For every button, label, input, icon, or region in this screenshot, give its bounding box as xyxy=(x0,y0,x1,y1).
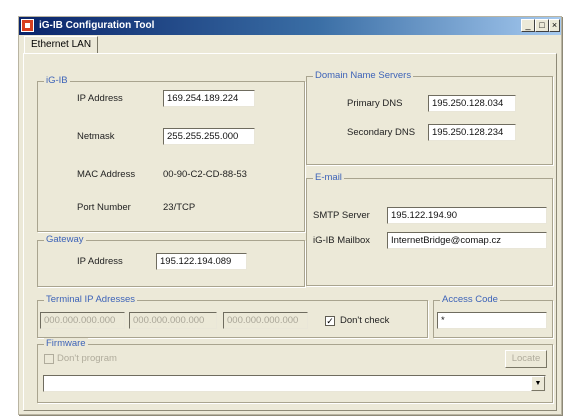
igib-legend: iG-IB xyxy=(44,75,70,86)
email-group: E-mail SMTP Server 195.122.194.90 iG-IB … xyxy=(306,172,553,286)
dns-group: Domain Name Servers Primary DNS 195.250.… xyxy=(306,70,553,165)
access-code-legend: Access Code xyxy=(440,294,500,305)
title-bar[interactable]: iG-IB Configuration Tool _ □ × xyxy=(19,17,561,35)
igib-netmask-field[interactable]: 255.255.255.000 xyxy=(163,128,255,145)
minimize-button[interactable]: _ xyxy=(521,19,535,32)
terminal-ip-legend: Terminal IP Adresses xyxy=(44,294,138,305)
maximize-button[interactable]: □ xyxy=(535,19,549,32)
secondary-dns-field[interactable]: 195.250.128.234 xyxy=(428,124,516,141)
mailbox-field[interactable]: InternetBridge@comap.cz xyxy=(387,232,547,249)
terminal-ip-group: Terminal IP Adresses 000.000.000.000 000… xyxy=(37,294,428,338)
dropdown-arrow-icon[interactable]: ▼ xyxy=(531,376,545,391)
dont-program-checkbox[interactable] xyxy=(44,354,54,364)
firmware-path-dropdown[interactable] xyxy=(43,375,546,392)
access-code-group: Access Code * xyxy=(433,294,553,338)
email-legend: E-mail xyxy=(313,172,344,183)
igib-port-value: 23/TCP xyxy=(163,202,196,213)
igib-mac-value: 00-90-C2-CD-88-53 xyxy=(163,169,247,180)
terminal-ip-field-1[interactable]: 000.000.000.000 xyxy=(40,312,125,329)
mailbox-label: iG-IB Mailbox xyxy=(313,235,371,246)
config-window: iG-IB Configuration Tool _ □ × Ethernet … xyxy=(18,16,562,415)
gateway-ip-label: IP Address xyxy=(77,256,123,267)
dont-check-checkbox[interactable]: ✓ xyxy=(325,316,335,326)
firmware-legend: Firmware xyxy=(44,338,88,349)
ethernet-lan-panel: iG-IB IP Address 169.254.189.224 Netmask… xyxy=(23,53,557,411)
igib-ip-field[interactable]: 169.254.189.224 xyxy=(163,90,255,107)
dns-legend: Domain Name Servers xyxy=(313,70,414,81)
gateway-group: Gateway IP Address 195.122.194.089 xyxy=(37,234,305,287)
igib-port-label: Port Number xyxy=(77,202,131,213)
smtp-server-field[interactable]: 195.122.194.90 xyxy=(387,207,547,224)
gateway-legend: Gateway xyxy=(44,234,86,245)
locate-button[interactable]: Locate xyxy=(505,350,547,368)
firmware-group: Firmware Don't program Locate ▼ xyxy=(37,338,553,403)
app-icon xyxy=(21,19,34,32)
gateway-ip-field[interactable]: 195.122.194.089 xyxy=(156,253,247,270)
dont-program-label: Don't program xyxy=(57,353,117,364)
window-title: iG-IB Configuration Tool xyxy=(39,20,155,31)
igib-ip-label: IP Address xyxy=(77,93,123,104)
smtp-server-label: SMTP Server xyxy=(313,210,370,221)
access-code-field[interactable]: * xyxy=(437,312,547,329)
dont-check-label: Don't check xyxy=(340,315,390,326)
igib-netmask-label: Netmask xyxy=(77,131,115,142)
primary-dns-label: Primary DNS xyxy=(347,98,403,109)
primary-dns-field[interactable]: 195.250.128.034 xyxy=(428,95,516,112)
close-button[interactable]: × xyxy=(549,19,560,32)
tab-ethernet-lan[interactable]: Ethernet LAN xyxy=(24,36,99,53)
terminal-ip-field-3[interactable]: 000.000.000.000 xyxy=(223,312,308,329)
terminal-ip-field-2[interactable]: 000.000.000.000 xyxy=(129,312,217,329)
igib-mac-label: MAC Address xyxy=(77,169,136,180)
igib-group: iG-IB IP Address 169.254.189.224 Netmask… xyxy=(37,75,305,232)
secondary-dns-label: Secondary DNS xyxy=(347,127,416,138)
